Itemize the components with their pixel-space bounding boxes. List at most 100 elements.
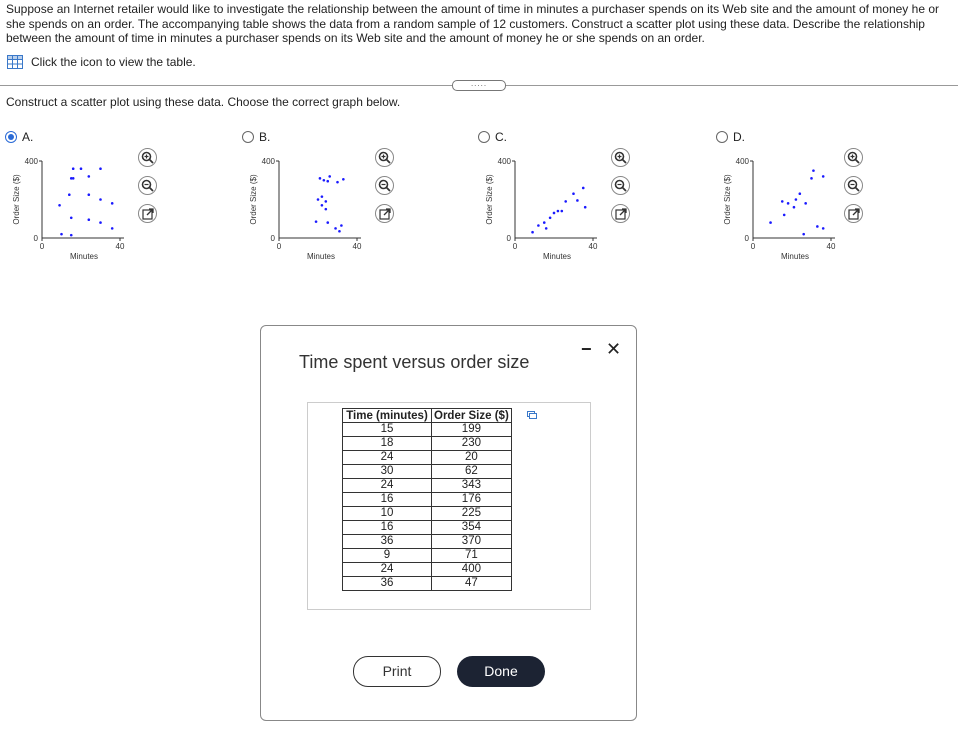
scatter-point [314,220,318,223]
time-cell: 24 [342,562,432,577]
option-d-radio[interactable] [716,131,728,143]
scatter-point [537,224,540,227]
option-b[interactable]: B. 400 0 0 40 Minutes Order Size ($) [242,126,442,271]
table-container: Time (minutes) Order Size ($) 15 199 18 230… [307,402,591,610]
option-c-head[interactable]: C. [478,130,507,144]
scatter-plot-c: 400 00 40 Minutes Order Size ($) [485,157,598,261]
popout-icon[interactable] [844,204,863,223]
expand-more-button[interactable]: ..... [452,80,506,91]
order-size-cell: 370 [431,534,512,549]
y-tick-label: 400 [25,157,39,166]
minimize-icon[interactable]: − [581,339,592,360]
copy-icon[interactable] [527,411,537,419]
x-tick-label: 40 [589,242,598,251]
table-row: 24 343 [342,478,512,493]
y-tick-label: 400 [262,157,276,166]
option-c-radio[interactable] [478,131,490,143]
time-cell: 16 [342,492,432,507]
scatter-point [110,227,114,230]
option-b-head[interactable]: B. [242,130,270,144]
order-size-cell: 176 [431,492,512,507]
order-size-cell: 62 [431,464,512,479]
prompt-text: Construct a scatter plot using these dat… [6,95,401,109]
x-tick-label: 0 [751,242,756,251]
order-size-cell: 354 [431,520,512,535]
scatter-point [583,205,587,209]
popout-icon[interactable] [138,204,157,223]
time-cell: 18 [342,436,432,451]
zoom-out-icon[interactable] [611,176,630,195]
zoom-in-icon[interactable] [611,148,630,167]
y-tick-label: 0 [745,234,750,243]
scatter-point [324,200,328,203]
y-tick-label: 400 [498,157,512,166]
close-icon[interactable]: ✕ [606,339,621,360]
scatter-point [340,224,343,227]
x-tick-label: 0 [277,242,282,251]
scatter-point [99,167,102,170]
dialog-title: Time spent versus order size [299,352,530,372]
zoom-out-icon[interactable] [138,176,157,195]
scatter-point [821,175,825,178]
data-table: Time (minutes) Order Size ($) 15 199 18 230… [342,408,512,591]
scatter-point [334,227,337,230]
zoom-out-icon[interactable] [844,176,863,195]
popout-icon[interactable] [375,204,394,223]
x-tick-label: 40 [827,242,836,251]
option-a[interactable]: A. 400 0 0 40 Minutes Order Size ($) [5,126,205,271]
option-d[interactable]: D. 400 0 0 40 Minutes Order Size ($) [716,126,916,271]
scatter-point [69,216,73,220]
scatter-point [564,200,567,203]
time-cell: 30 [342,464,432,479]
scatter-point [792,205,796,209]
option-d-head[interactable]: D. [716,130,745,144]
scatter-point [320,203,324,207]
table-row: 24 400 [342,562,512,577]
scatter-point [110,202,114,205]
time-cell: 10 [342,506,432,521]
table-row: 16 176 [342,492,512,507]
done-button[interactable]: Done [457,656,545,687]
order-size-cell: 47 [431,576,512,591]
option-b-radio[interactable] [242,131,254,143]
option-c[interactable]: C. 400 0 0 40 Minutes Order Size ($) [478,126,678,271]
scatter-point [544,227,548,230]
option-a-head[interactable]: A. [5,130,33,144]
scatter-point [318,177,322,180]
view-table-label[interactable]: Click the icon to view the table. [31,55,196,69]
print-button[interactable]: Print [353,656,441,687]
y-axis-title: Order Size ($) [12,174,21,225]
popout-icon[interactable] [611,204,630,223]
scatter-point [71,177,75,180]
scatter-point [560,209,564,213]
scatter-point [320,195,324,198]
scatter-point [782,213,786,217]
table-icon[interactable] [7,55,23,69]
table-row: 10 225 [342,506,512,521]
y-tick-label: 0 [34,234,39,243]
option-a-radio[interactable] [5,131,17,143]
scatter-plot-d: 400 00 40 Minutes Order Size ($) [723,157,836,261]
table-row: 9 71 [342,548,512,563]
x-axis-title: Minutes [70,252,98,261]
scatter-point [316,198,320,201]
y-tick-label: 0 [271,234,276,243]
zoom-in-icon[interactable] [375,148,394,167]
zoom-out-icon[interactable] [375,176,394,195]
scatter-point [802,232,805,236]
order-size-cell: 199 [431,422,512,437]
time-cell: 36 [342,576,432,591]
scatter-point [552,211,556,215]
scatter-point [326,221,330,224]
x-axis-title: Minutes [307,252,335,261]
scatter-point [804,202,807,205]
time-cell: 9 [342,548,432,563]
view-table-link[interactable]: Click the icon to view the table. [7,55,196,69]
x-tick-label: 0 [40,242,45,251]
order-size-cell: 343 [431,478,512,493]
zoom-in-icon[interactable] [138,148,157,167]
scatter-point [60,232,63,236]
scatter-point [99,221,102,224]
scatter-point [780,200,784,203]
zoom-in-icon[interactable] [844,148,863,167]
